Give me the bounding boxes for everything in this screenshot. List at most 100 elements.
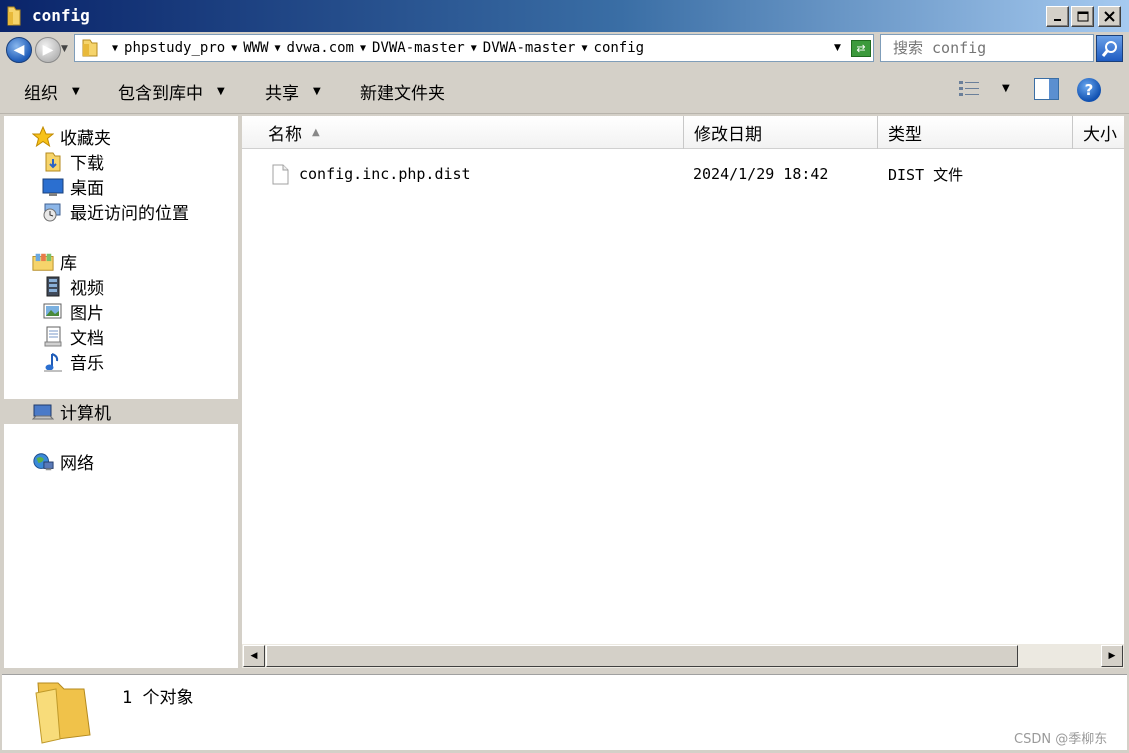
chevron-down-icon: ▼ bbox=[313, 86, 321, 97]
back-button[interactable]: ◀ bbox=[6, 37, 32, 63]
nav-item-pictures[interactable]: 图片 bbox=[42, 299, 104, 324]
forward-button[interactable]: ▶ bbox=[35, 37, 61, 63]
close-icon bbox=[1104, 11, 1115, 22]
file-type-cell: DIST 文件 bbox=[888, 165, 964, 184]
refresh-button[interactable]: ⇄ bbox=[851, 40, 871, 57]
close-button[interactable] bbox=[1098, 6, 1121, 27]
search-box[interactable] bbox=[880, 34, 1094, 62]
scroll-right-button[interactable]: ▶ bbox=[1101, 645, 1123, 667]
nav-item-desktop[interactable]: 桌面 bbox=[42, 174, 104, 199]
file-name: config.inc.php.dist bbox=[299, 165, 471, 183]
nav-item-label: 最近访问的位置 bbox=[70, 204, 189, 224]
chevron-down-icon[interactable]: ▼ bbox=[275, 43, 281, 54]
item-count: 1 个对象 bbox=[122, 688, 194, 708]
nav-item-network[interactable]: 网络 bbox=[32, 449, 94, 474]
file-row[interactable]: config.inc.php.dist 2024/1/29 18:42 DIST… bbox=[242, 161, 1122, 187]
scrollbar-thumb[interactable] bbox=[266, 645, 1018, 667]
file-list-pane: 名称 ▲ 修改日期 类型 大小 config.inc.php.dist 2024 bbox=[242, 116, 1124, 668]
computer-icon bbox=[32, 401, 54, 423]
maximize-icon bbox=[1077, 11, 1088, 22]
maximize-button[interactable] bbox=[1071, 6, 1094, 27]
sort-ascending-icon: ▲ bbox=[312, 127, 320, 138]
new-folder-label: 新建文件夹 bbox=[360, 84, 445, 104]
chevron-down-icon[interactable]: ▼ bbox=[231, 43, 237, 54]
network-icon bbox=[32, 451, 54, 473]
breadcrumb-item[interactable]: DVWA-master bbox=[483, 40, 576, 56]
nav-item-label: 下载 bbox=[70, 154, 104, 174]
address-bar[interactable]: ▼ phpstudy_pro ▼ WWW ▼ dvwa.com ▼ DVWA-m… bbox=[74, 34, 874, 62]
folder-icon bbox=[7, 6, 21, 26]
breadcrumb-item[interactable]: DVWA-master bbox=[372, 40, 465, 56]
nav-item-documents[interactable]: 文档 bbox=[42, 324, 104, 349]
nav-item-label: 计算机 bbox=[60, 404, 111, 424]
music-icon bbox=[42, 351, 64, 373]
column-header-size[interactable]: 大小 bbox=[1073, 116, 1124, 149]
details-pane: 1 个对象 bbox=[2, 674, 1127, 750]
arrow-left-icon: ◀ bbox=[250, 651, 258, 661]
search-button[interactable] bbox=[1096, 35, 1123, 62]
column-header-label: 类型 bbox=[888, 125, 922, 145]
folder-icon bbox=[35, 682, 91, 744]
chevron-down-icon: ▼ bbox=[217, 86, 225, 97]
chevron-down-icon[interactable]: ▼ bbox=[581, 43, 587, 54]
nav-item-videos[interactable]: 视频 bbox=[42, 274, 104, 299]
nav-item-recent[interactable]: 最近访问的位置 bbox=[42, 199, 189, 224]
nav-item-music[interactable]: 音乐 bbox=[42, 349, 104, 374]
chevron-down-icon[interactable]: ▼ bbox=[112, 43, 118, 54]
explorer-window: config ◀ ▶ ▼ ▼ phpstudy_pro ▼ WWW ▼ dvwa… bbox=[0, 0, 1129, 753]
star-icon bbox=[32, 125, 54, 148]
search-input[interactable] bbox=[881, 35, 1081, 61]
organize-button[interactable]: 组织 ▼ bbox=[24, 79, 80, 104]
nav-item-favorites[interactable]: 收藏夹 bbox=[32, 124, 111, 149]
nav-item-label: 图片 bbox=[70, 304, 104, 324]
help-button[interactable]: ? bbox=[1077, 78, 1101, 102]
breadcrumb-item[interactable]: phpstudy_pro bbox=[124, 40, 225, 56]
recent-places-icon bbox=[42, 201, 64, 223]
history-dropdown-icon[interactable]: ▼ bbox=[61, 44, 68, 54]
share-button[interactable]: 共享 ▼ bbox=[265, 79, 321, 104]
help-icon: ? bbox=[1084, 81, 1094, 99]
arrow-left-icon: ◀ bbox=[13, 42, 25, 58]
column-header-label: 名称 bbox=[268, 125, 302, 145]
nav-item-label: 文档 bbox=[70, 329, 104, 349]
preview-pane-button[interactable] bbox=[1034, 78, 1059, 100]
chevron-down-icon: ▼ bbox=[72, 86, 80, 97]
column-header-label: 修改日期 bbox=[694, 125, 762, 145]
folder-icon bbox=[82, 39, 98, 57]
column-header-name[interactable]: 名称 ▲ bbox=[242, 116, 684, 149]
downloads-folder-icon bbox=[42, 151, 64, 173]
desktop-icon bbox=[42, 176, 64, 198]
watermark: CSDN @季柳东 bbox=[1014, 732, 1108, 747]
column-header-label: 大小 bbox=[1083, 125, 1117, 145]
horizontal-scrollbar[interactable]: ◀ ▶ bbox=[242, 644, 1124, 668]
nav-item-libraries[interactable]: 库 bbox=[32, 249, 77, 274]
column-header-type[interactable]: 类型 bbox=[878, 116, 1073, 149]
view-details-icon[interactable] bbox=[958, 79, 980, 99]
scroll-left-button[interactable]: ◀ bbox=[243, 645, 265, 667]
nav-item-label: 音乐 bbox=[70, 354, 104, 374]
chevron-down-icon[interactable]: ▼ bbox=[471, 43, 477, 54]
nav-item-computer[interactable]: 计算机 bbox=[32, 399, 111, 424]
nav-item-downloads[interactable]: 下载 bbox=[42, 149, 104, 174]
breadcrumb-item[interactable]: config bbox=[594, 40, 645, 56]
views-dropdown-icon[interactable]: ▼ bbox=[1002, 83, 1010, 94]
include-library-button[interactable]: 包含到库中 ▼ bbox=[118, 79, 225, 104]
address-dropdown-icon[interactable]: ▼ bbox=[834, 43, 841, 53]
video-icon bbox=[42, 276, 64, 298]
column-header-modified[interactable]: 修改日期 bbox=[684, 116, 878, 149]
minimize-button[interactable] bbox=[1046, 6, 1069, 27]
breadcrumb-item[interactable]: WWW bbox=[243, 40, 268, 56]
share-label: 共享 bbox=[265, 84, 299, 104]
title-bar[interactable]: config bbox=[0, 0, 1129, 32]
breadcrumb-item[interactable]: dvwa.com bbox=[287, 40, 354, 56]
file-name-cell[interactable]: config.inc.php.dist bbox=[272, 161, 471, 187]
search-icon bbox=[1101, 40, 1117, 57]
arrow-right-icon: ▶ bbox=[1108, 651, 1116, 661]
chevron-down-icon[interactable]: ▼ bbox=[360, 43, 366, 54]
arrow-right-icon: ▶ bbox=[42, 42, 54, 58]
file-icon bbox=[272, 164, 289, 184]
pictures-icon bbox=[42, 301, 64, 323]
navigation-pane: 收藏夹 下载 桌面 最近访问的位置 库 视频 图片 文档 音乐 计算机 网络 bbox=[4, 116, 238, 668]
include-library-label: 包含到库中 bbox=[118, 84, 203, 104]
new-folder-button[interactable]: 新建文件夹 bbox=[360, 79, 445, 104]
